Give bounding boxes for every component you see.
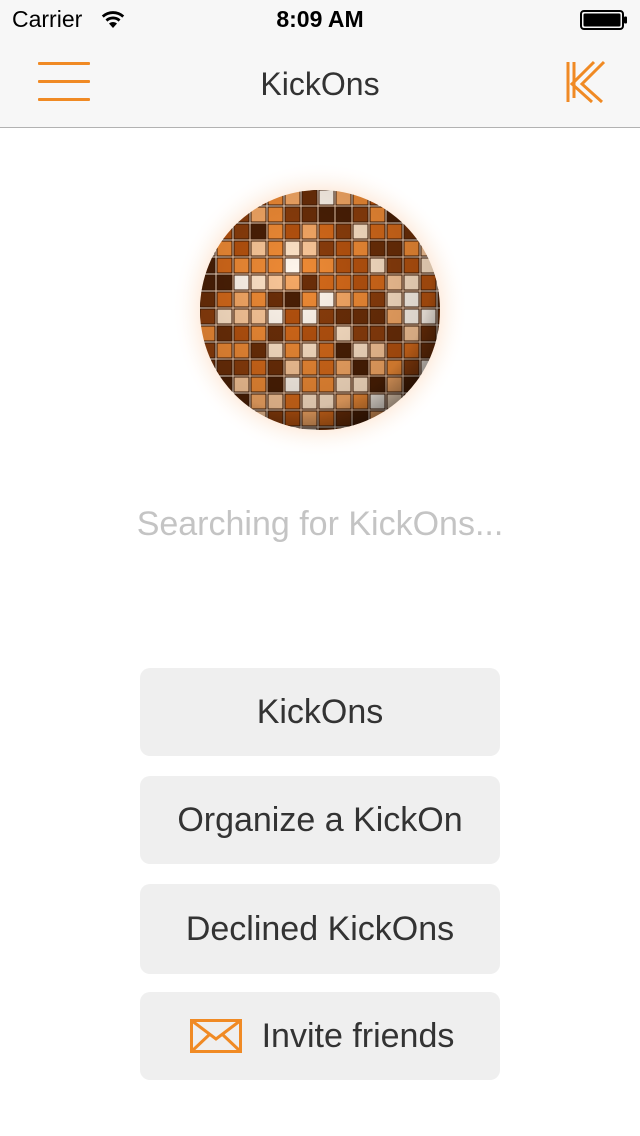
disco-tile [420, 190, 437, 206]
declined-button-label: Declined KickOns [185, 909, 455, 948]
declined-kickons-button[interactable]: Declined KickOns [140, 884, 500, 974]
organize-kickon-button[interactable]: Organize a KickOn [140, 776, 500, 864]
searching-status-text: Searching for KickOns... [136, 505, 504, 543]
nav-title: KickOns [260, 66, 380, 102]
mail-icon [189, 1019, 242, 1053]
disco-tile [437, 190, 440, 206]
kickons-button-label: KickOns [256, 692, 384, 731]
disco-tile [437, 427, 440, 430]
battery-icon [580, 10, 627, 30]
invite-friends-button[interactable]: Invite friends [140, 992, 500, 1080]
kickons-button[interactable]: KickOns [140, 668, 500, 756]
status-bar: Carrier 8:09 AM [0, 0, 640, 40]
status-time: 8:09 AM [276, 6, 364, 32]
disco-tile [437, 410, 440, 427]
navigation-bar: KickOns [0, 40, 640, 128]
disco-tile [200, 410, 216, 427]
menu-line [38, 62, 90, 65]
invite-button-label: Invite friends [261, 1016, 455, 1055]
disco-tile [200, 190, 216, 206]
disco-tile [420, 427, 437, 430]
disco-tile [200, 427, 216, 430]
disco-ball-image [172, 162, 468, 458]
organize-button-label: Organize a KickOn [177, 800, 463, 839]
disco-tile [216, 427, 233, 430]
kickons-logo-icon[interactable] [564, 58, 610, 106]
disco-tile [437, 206, 440, 223]
